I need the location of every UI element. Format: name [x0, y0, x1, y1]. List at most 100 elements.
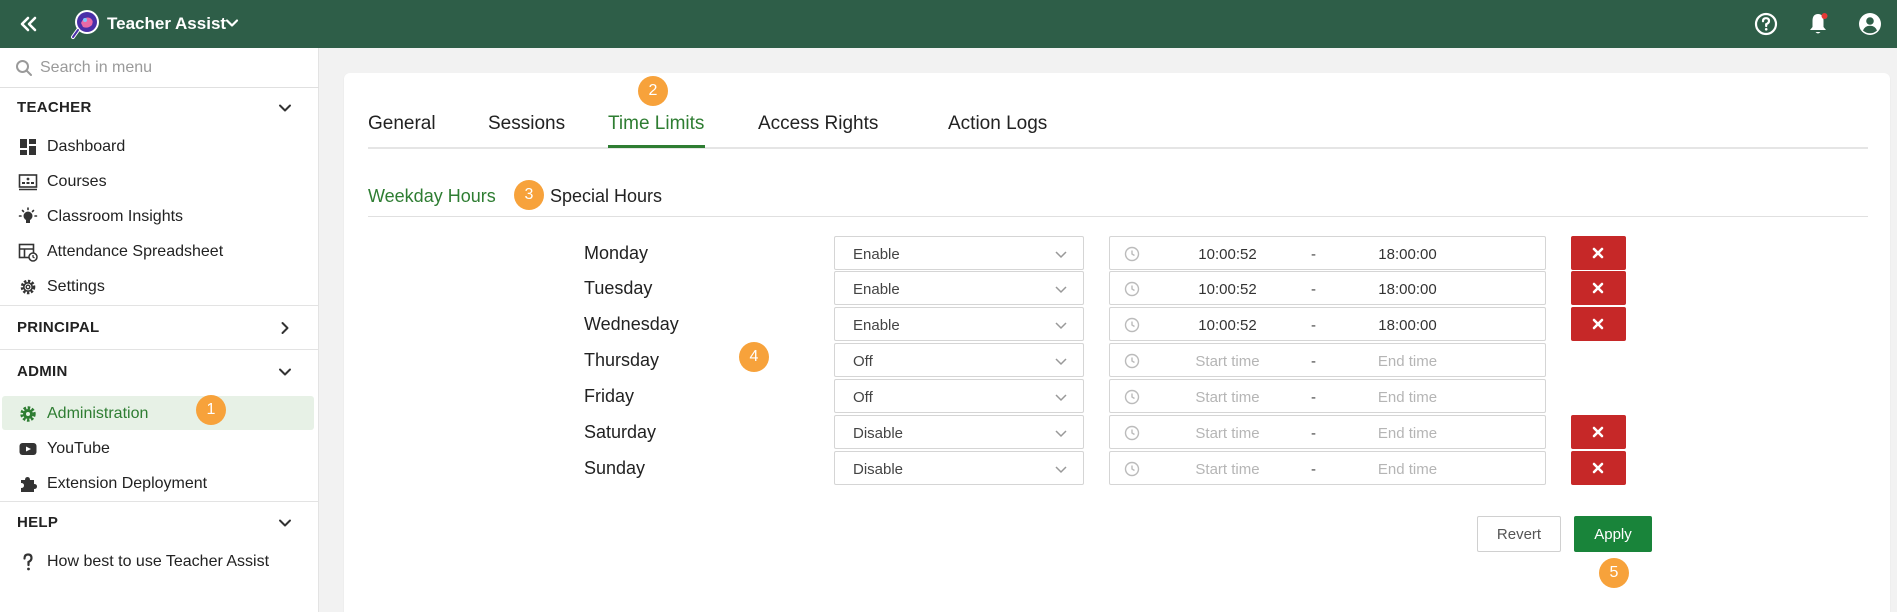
divider: [0, 305, 319, 306]
gear-icon: [20, 406, 36, 422]
app-title[interactable]: Teacher Assist: [107, 14, 226, 34]
start-time-placeholder[interactable]: Start time: [1170, 425, 1285, 442]
start-time-placeholder[interactable]: Start time: [1170, 389, 1285, 406]
clock-icon: [1124, 317, 1140, 333]
double-chevron-left-icon[interactable]: [16, 12, 40, 36]
chevron-down-icon[interactable]: [224, 15, 240, 31]
time-range-input[interactable]: Start time - End time: [1109, 451, 1546, 485]
sidebar-item-courses[interactable]: Courses: [0, 164, 319, 198]
clock-icon: [1124, 389, 1140, 405]
delete-button[interactable]: [1571, 236, 1626, 270]
active-tab-indicator: [608, 145, 705, 148]
tab-access-rights[interactable]: Access Rights: [758, 113, 878, 135]
sidebar: TEACHER Dashboard Courses Classroom Insi…: [0, 48, 319, 612]
section-principal[interactable]: PRINCIPAL: [0, 308, 319, 348]
time-separator: -: [1311, 389, 1316, 406]
subtab-weekday-hours[interactable]: Weekday Hours: [368, 186, 496, 207]
sidebar-item-settings[interactable]: Settings: [0, 269, 319, 303]
time-range-input[interactable]: Start time - End time: [1109, 343, 1546, 377]
mode-select[interactable]: Enable: [834, 307, 1084, 341]
sidebar-item-attendance-spreadsheet[interactable]: Attendance Spreadsheet: [0, 234, 319, 268]
mode-select[interactable]: Enable: [834, 271, 1084, 305]
section-teacher[interactable]: TEACHER: [0, 88, 319, 128]
sidebar-item-label: Administration: [47, 405, 149, 422]
time-separator: -: [1311, 461, 1316, 478]
end-time[interactable]: 18:00:00: [1350, 317, 1465, 334]
end-time-placeholder[interactable]: End time: [1350, 389, 1465, 406]
start-time[interactable]: 10:00:52: [1170, 281, 1285, 298]
chevron-down-icon[interactable]: [276, 363, 294, 381]
time-range-input[interactable]: Start time - End time: [1109, 415, 1546, 449]
time-range-input[interactable]: Start time - End time: [1109, 379, 1546, 413]
search-input[interactable]: [40, 56, 300, 80]
divider: [0, 501, 319, 502]
start-time[interactable]: 10:00:52: [1170, 317, 1285, 334]
mode-select[interactable]: Off: [834, 343, 1084, 377]
time-range-input[interactable]: 10:00:52 - 18:00:00: [1109, 307, 1546, 341]
mode-select[interactable]: Enable: [834, 236, 1084, 270]
close-icon: [1592, 318, 1604, 330]
sidebar-item-dashboard[interactable]: Dashboard: [0, 129, 319, 163]
help-icon[interactable]: [1753, 11, 1779, 37]
clock-icon: [1124, 461, 1140, 477]
delete-button[interactable]: [1571, 307, 1626, 341]
day-label: Sunday: [584, 458, 646, 478]
time-range-input[interactable]: 10:00:52 - 18:00:00: [1109, 271, 1546, 305]
start-time-placeholder[interactable]: Start time: [1170, 353, 1285, 370]
section-help[interactable]: HELP: [0, 503, 319, 543]
end-time[interactable]: 18:00:00: [1350, 246, 1465, 263]
sidebar-item-administration[interactable]: Administration: [2, 396, 314, 430]
search-icon: [16, 60, 32, 76]
close-icon: [1592, 247, 1604, 259]
time-separator: -: [1311, 317, 1316, 334]
day-label: Monday: [584, 243, 649, 263]
time-range-input[interactable]: 10:00:52 - 18:00:00: [1109, 236, 1546, 270]
mode-select[interactable]: Off: [834, 379, 1084, 413]
end-time-placeholder[interactable]: End time: [1350, 353, 1465, 370]
end-time-placeholder[interactable]: End time: [1350, 461, 1465, 478]
end-time[interactable]: 18:00:00: [1350, 281, 1465, 298]
subtab-bar: Weekday Hours Special Hours: [368, 177, 1868, 217]
sidebar-item-youtube[interactable]: YouTube: [0, 431, 319, 465]
notification-bell-icon[interactable]: [1805, 11, 1831, 37]
mode-select[interactable]: Disable: [834, 415, 1084, 449]
delete-button[interactable]: [1571, 451, 1626, 485]
sidebar-item-label: YouTube: [47, 440, 110, 457]
section-admin[interactable]: ADMIN: [0, 352, 319, 392]
day-label: Tuesday: [584, 278, 653, 298]
end-time-placeholder[interactable]: End time: [1350, 425, 1465, 442]
step-badge: 3: [514, 180, 544, 210]
start-time[interactable]: 10:00:52: [1170, 246, 1285, 263]
apply-button[interactable]: Apply: [1574, 516, 1652, 552]
time-separator: -: [1311, 281, 1316, 298]
tab-general[interactable]: General: [368, 113, 436, 135]
delete-button[interactable]: [1571, 415, 1626, 449]
mode-value: Off: [853, 353, 873, 370]
tab-sessions[interactable]: Sessions: [488, 113, 565, 135]
chevron-right-icon[interactable]: [276, 319, 294, 337]
tab-action-logs[interactable]: Action Logs: [948, 113, 1047, 135]
mode-select[interactable]: Disable: [834, 451, 1084, 485]
revert-button[interactable]: Revert: [1477, 516, 1561, 552]
sidebar-item-classroom-insights[interactable]: Classroom Insights: [0, 199, 319, 233]
clock-icon: [1124, 281, 1140, 297]
sidebar-item-label: How best to use Teacher Assist: [47, 553, 270, 570]
sidebar-item-label: Classroom Insights: [47, 208, 184, 225]
start-time-placeholder[interactable]: Start time: [1170, 461, 1285, 478]
time-separator: -: [1311, 353, 1316, 370]
divider: [0, 349, 319, 350]
app-logo[interactable]: [70, 8, 102, 40]
sidebar-item-extension-deployment[interactable]: Extension Deployment: [0, 466, 319, 500]
account-icon[interactable]: [1857, 11, 1883, 37]
delete-button[interactable]: [1571, 271, 1626, 305]
tab-time-limits[interactable]: Time Limits: [608, 113, 704, 135]
chevron-down-icon: [1055, 322, 1067, 330]
subtab-special-hours[interactable]: Special Hours: [550, 186, 662, 207]
section-label: ADMIN: [17, 363, 68, 380]
chevron-down-icon[interactable]: [276, 514, 294, 532]
chevron-down-icon: [1055, 430, 1067, 438]
section-label: PRINCIPAL: [17, 319, 100, 336]
sidebar-item-help-guide[interactable]: How best to use Teacher Assist: [0, 544, 319, 578]
chevron-down-icon: [1055, 286, 1067, 294]
chevron-down-icon[interactable]: [276, 99, 294, 117]
